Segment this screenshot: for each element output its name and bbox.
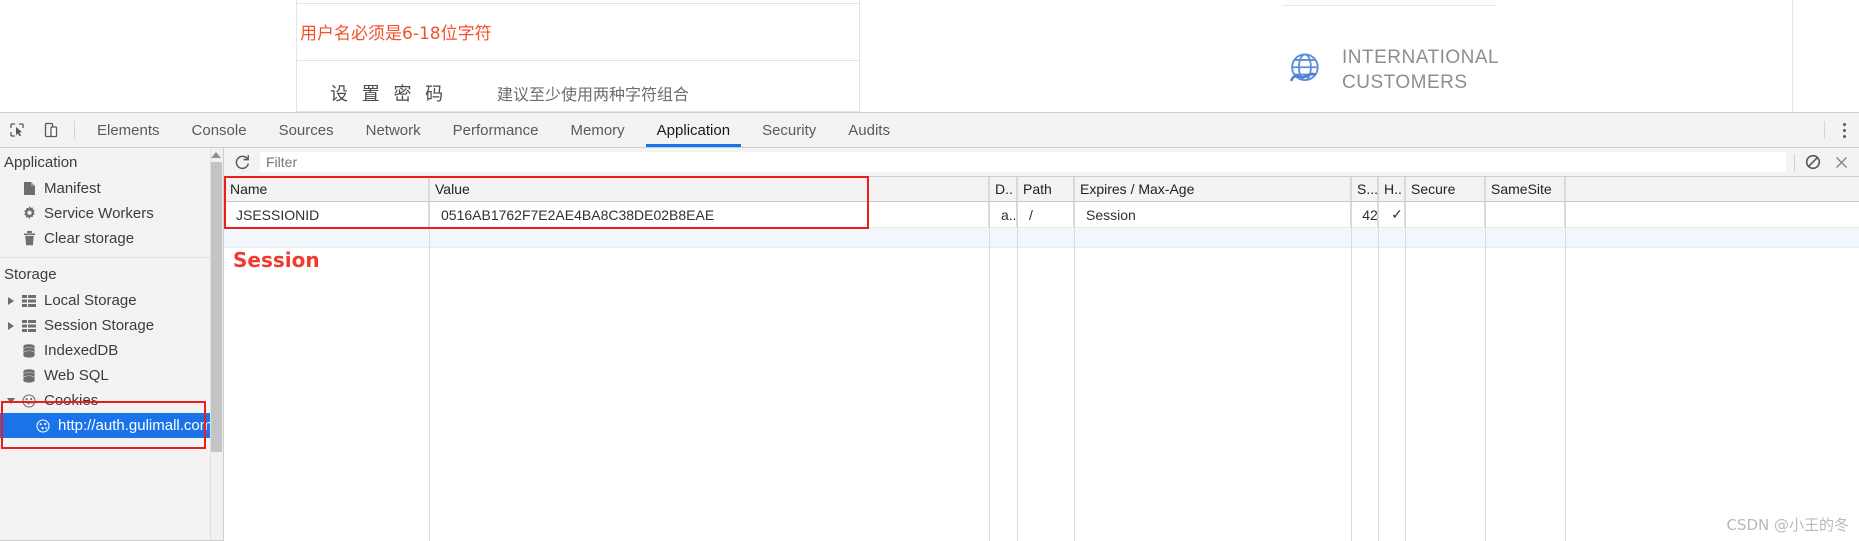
col-guide-7 xyxy=(1405,177,1406,541)
col-guide-9 xyxy=(1565,177,1566,541)
password-hint-text: 建议至少使用两种字符组合 xyxy=(497,85,690,104)
sidebar-item-local-storage-label: Local Storage xyxy=(44,292,137,309)
tab-security[interactable]: Security xyxy=(746,113,832,147)
sidebar-item-cookies[interactable]: Cookies xyxy=(0,388,223,413)
international-customers-text: INTERNATIONAL CUSTOMERS xyxy=(1342,45,1499,95)
chevron-right-icon[interactable] xyxy=(4,296,18,305)
col-guide-5 xyxy=(1351,177,1352,541)
international-line-1: INTERNATIONAL xyxy=(1342,47,1500,68)
tab-audits-label: Audits xyxy=(848,121,890,139)
sidebar-scrollbar-thumb[interactable] xyxy=(211,162,222,452)
sidebar-item-session-storage[interactable]: Session Storage xyxy=(0,313,223,338)
sidebar-item-cookies-label: Cookies xyxy=(44,392,99,409)
col-guide-1 xyxy=(429,177,430,541)
table-icon xyxy=(18,294,40,307)
tab-sources-label: Sources xyxy=(278,121,334,139)
tab-network-label: Network xyxy=(365,121,421,139)
sidebar-item-local-storage[interactable]: Local Storage xyxy=(0,288,223,313)
database-icon xyxy=(18,343,40,358)
gear-icon xyxy=(18,206,40,221)
sidebar-item-web-sql[interactable]: Web SQL xyxy=(0,363,223,388)
sidebar-item-cookie-domain[interactable]: http://auth.gulimall.com xyxy=(0,413,223,438)
tab-elements[interactable]: Elements xyxy=(81,113,176,147)
sidebar-divider xyxy=(0,257,215,258)
sidebar-section-application-title: Application xyxy=(4,154,78,171)
sidebar-item-manifest-label: Manifest xyxy=(44,180,101,197)
tab-security-label: Security xyxy=(762,121,817,139)
sidebar-item-service-workers[interactable]: Service Workers xyxy=(0,201,223,226)
tab-sources[interactable]: Sources xyxy=(263,113,350,147)
sidebar-item-cookie-domain-label: http://auth.gulimall.com xyxy=(58,417,213,434)
tab-console-label: Console xyxy=(191,121,247,139)
col-guide-3 xyxy=(1017,177,1018,541)
table-icon xyxy=(18,319,40,332)
username-input-box[interactable] xyxy=(296,0,860,4)
tab-memory[interactable]: Memory xyxy=(555,113,641,147)
underlying-web-page: 用户名必须是6-18位字符 设 置 密 码 建议至少使用两种字符组合 INTER… xyxy=(0,0,1859,112)
col-guide-8 xyxy=(1485,177,1486,541)
tab-audits[interactable]: Audits xyxy=(832,113,906,147)
sidebar-item-session-storage-label: Session Storage xyxy=(44,317,155,334)
trash-icon xyxy=(18,231,40,246)
tab-application[interactable]: Application xyxy=(641,113,746,147)
chevron-right-icon[interactable] xyxy=(4,321,18,330)
csdn-watermark: CSDN @小王的冬 xyxy=(1726,516,1849,534)
toolbar-separator xyxy=(74,121,75,139)
sidebar-item-indexeddb-label: IndexedDB xyxy=(44,342,119,359)
tab-network[interactable]: Network xyxy=(350,113,437,147)
tab-performance-label: Performance xyxy=(452,121,539,139)
tab-console[interactable]: Console xyxy=(176,113,263,147)
database-icon xyxy=(18,368,40,383)
cookie-icon xyxy=(18,393,40,408)
page-column-divider-3 xyxy=(1792,0,1793,112)
sidebar-item-manifest[interactable]: Manifest xyxy=(0,176,223,201)
device-toolbar-icon[interactable] xyxy=(34,113,68,147)
devtools-body: Application Manifest Service Workers Cle… xyxy=(0,148,1859,541)
password-label: 设 置 密 码 xyxy=(330,84,448,105)
devtools-tabbar: Elements Console Sources Network Perform… xyxy=(0,113,1859,148)
username-error-text: 用户名必须是6-18位字符 xyxy=(300,24,492,44)
devtools-tab-list: Elements Console Sources Network Perform… xyxy=(81,113,906,147)
tab-memory-label: Memory xyxy=(570,121,625,139)
sidebar-item-clear-storage[interactable]: Clear storage xyxy=(0,226,223,251)
scroll-up-arrow-icon[interactable] xyxy=(211,152,221,158)
sidebar-scrollbar[interactable] xyxy=(210,148,223,541)
sidebar-item-service-workers-label: Service Workers xyxy=(44,205,154,222)
right-panel-divider xyxy=(1282,5,1497,6)
sidebar-item-clear-storage-label: Clear storage xyxy=(44,230,135,247)
sidebar-item-web-sql-label: Web SQL xyxy=(44,367,109,384)
international-line-2: CUSTOMERS xyxy=(1342,72,1468,93)
sidebar-section-storage-title: Storage xyxy=(4,266,57,283)
more-vertical-icon[interactable] xyxy=(1829,113,1859,147)
chevron-down-icon[interactable] xyxy=(4,397,18,404)
tabbar-right-group xyxy=(1820,113,1859,147)
table-column-guides xyxy=(224,148,1859,541)
tab-application-label: Application xyxy=(656,121,731,139)
tab-elements-label: Elements xyxy=(97,121,160,139)
document-icon xyxy=(18,181,40,196)
col-guide-4 xyxy=(1074,177,1075,541)
tab-performance[interactable]: Performance xyxy=(437,113,555,147)
devtools-panel: Elements Console Sources Network Perform… xyxy=(0,112,1859,541)
col-guide-6 xyxy=(1378,177,1379,541)
cookies-panel: Name Value D.. Path Expires / Max-Age S.… xyxy=(224,148,1859,541)
international-customers-block[interactable]: INTERNATIONAL CUSTOMERS xyxy=(1282,45,1499,95)
application-sidebar: Application Manifest Service Workers Cle… xyxy=(0,148,224,541)
col-guide-2 xyxy=(989,177,990,541)
sidebar-item-indexeddb[interactable]: IndexedDB xyxy=(0,338,223,363)
screenshot-root: 用户名必须是6-18位字符 设 置 密 码 建议至少使用两种字符组合 INTER… xyxy=(0,0,1859,541)
tabbar-right-separator xyxy=(1824,121,1825,139)
cookie-icon xyxy=(32,418,54,433)
annotation-session-label: Session xyxy=(233,248,320,272)
globe-icon xyxy=(1282,48,1326,92)
inspect-element-icon[interactable] xyxy=(0,113,34,147)
